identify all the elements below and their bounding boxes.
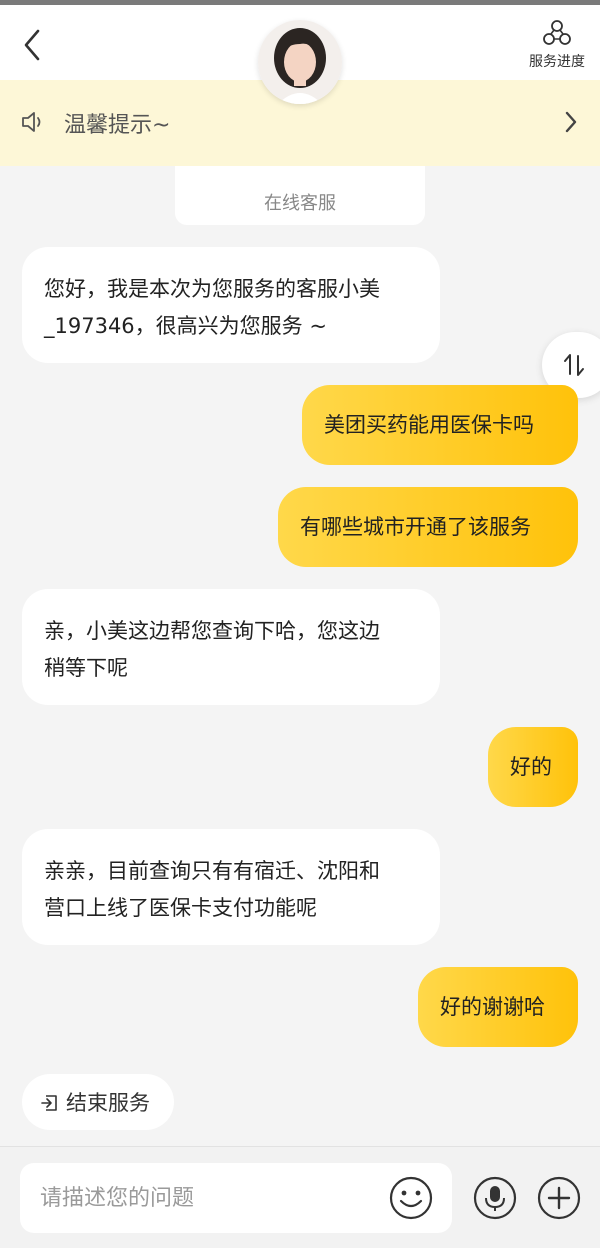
notice-text: 温馨提示~ <box>64 113 171 138</box>
message-text: 好的谢谢哈 <box>440 995 545 1019</box>
composer-bar <box>0 1146 600 1248</box>
message-bubble-user: 好的 <box>488 727 578 807</box>
message-bubble-user: 美团买药能用医保卡吗 <box>302 385 578 465</box>
message-line: 亲，小美这边帮您查询下哈，您这边 <box>44 619 380 643</box>
agent-avatar-image <box>258 20 342 104</box>
message-bubble-user: 有哪些城市开通了该服务 <box>278 487 578 567</box>
exit-icon <box>41 1095 57 1111</box>
microphone-icon[interactable] <box>472 1175 518 1221</box>
agent-avatar[interactable] <box>258 20 342 104</box>
service-progress-label: 服务进度 <box>529 54 585 70</box>
message-text: 好的 <box>510 755 552 779</box>
agent-info-label: 在线客服 <box>264 193 336 214</box>
swap-arrows-icon <box>564 354 584 376</box>
back-button[interactable] <box>18 25 48 65</box>
message-bubble-agent: 亲，小美这边帮您查询下哈，您这边 稍等下呢 <box>22 589 440 705</box>
end-service-label: 结束服务 <box>66 1091 150 1115</box>
message-text: 美团买药能用医保卡吗 <box>324 413 534 437</box>
message-bubble-agent: 您好，我是本次为您服务的客服小美 _197346，很高兴为您服务 ~ <box>22 247 440 363</box>
end-service-button[interactable]: 结束服务 <box>22 1074 174 1130</box>
plus-icon[interactable] <box>536 1175 582 1221</box>
message-line: 稍等下呢 <box>44 656 128 680</box>
message-line: 您好，我是本次为您服务的客服小美 <box>44 277 380 301</box>
message-bubble-agent: 亲亲，目前查询只有有宿迁、沈阳和 营口上线了医保卡支付功能呢 <box>22 829 440 945</box>
service-progress-button[interactable]: 服务进度 <box>522 17 592 77</box>
nodes-icon <box>543 20 571 45</box>
speaker-icon <box>22 112 41 132</box>
message-text: 有哪些城市开通了该服务 <box>300 515 531 539</box>
chevron-left-icon <box>24 29 40 61</box>
chevron-right-icon <box>565 111 577 133</box>
message-line: 亲亲，目前查询只有有宿迁、沈阳和 <box>44 859 380 883</box>
smiley-icon[interactable] <box>388 1175 434 1221</box>
message-line: 营口上线了医保卡支付功能呢 <box>44 896 317 920</box>
message-bubble-user: 好的谢谢哈 <box>418 967 578 1047</box>
message-line: _197346，很高兴为您服务 ~ <box>44 314 327 338</box>
